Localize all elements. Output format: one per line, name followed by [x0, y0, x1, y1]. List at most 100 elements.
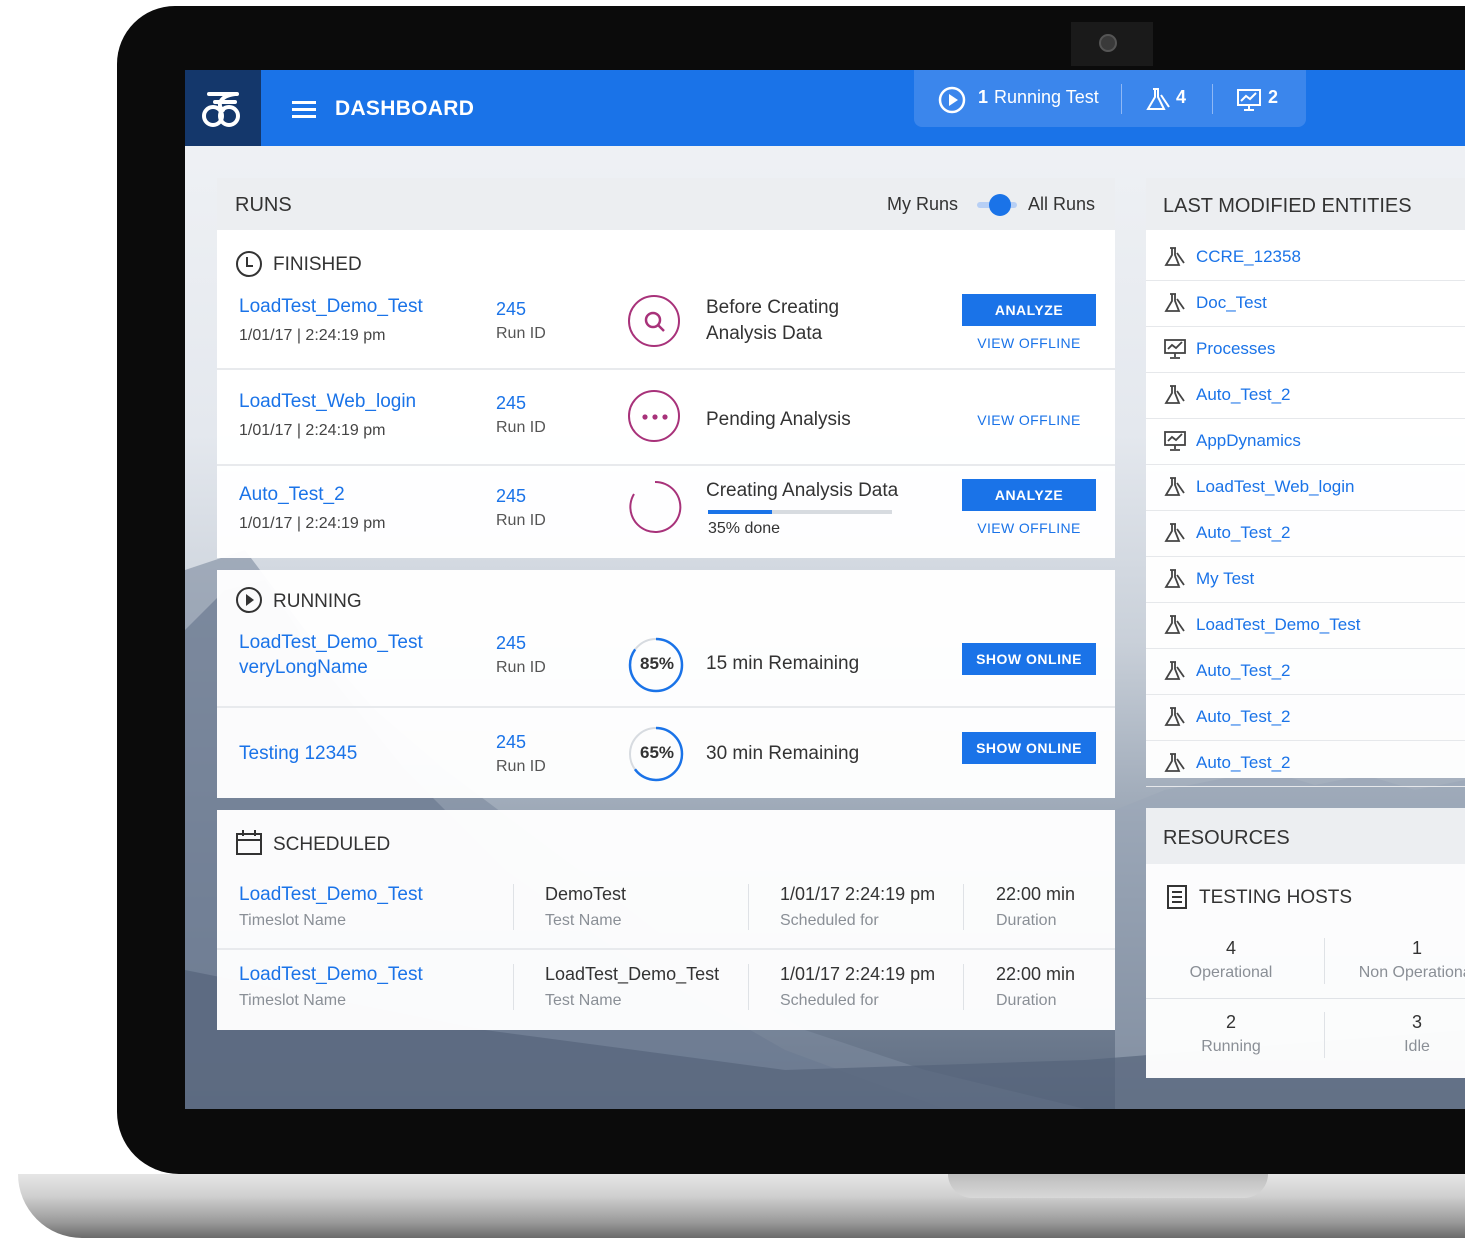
flask-icon — [1164, 476, 1186, 503]
table-row[interactable]: Auto_Test_2 1/01/17 | 2:24:19 pm 245 Run… — [217, 466, 1115, 558]
entity-item[interactable]: AppDynamics — [1146, 418, 1465, 465]
table-row[interactable]: LoadTest_Demo_Test veryLongName 245 Run … — [217, 622, 1115, 706]
monitors-count[interactable]: 2 — [1268, 87, 1278, 108]
view-offline-link[interactable]: VIEW OFFLINE — [962, 335, 1096, 351]
table-row[interactable]: LoadTest_Demo_Test Timeslot Name DemoTes… — [217, 878, 1115, 948]
run-percent: 85% — [639, 654, 675, 673]
page-title: DASHBOARD — [335, 97, 475, 120]
run-name-link[interactable]: LoadTest_Demo_Test — [239, 296, 423, 318]
entity-link[interactable]: My Test — [1196, 569, 1254, 589]
analyze-button[interactable]: ANALYZE — [962, 479, 1096, 511]
timeslot-name-label: Timeslot Name — [239, 992, 346, 1009]
entity-item[interactable]: Auto_Test_2 — [1146, 740, 1465, 787]
entities-title: LAST MODIFIED ENTITIES — [1163, 195, 1412, 217]
run-id-label: Run ID — [496, 419, 546, 436]
monitor-icon — [1164, 338, 1186, 365]
operational-count[interactable]: 4 — [1141, 938, 1321, 959]
run-status: Analysis Data — [706, 323, 823, 344]
play-circle-icon — [236, 587, 262, 613]
entity-link[interactable]: CCRE_12358 — [1196, 247, 1301, 267]
analyze-button[interactable]: ANALYZE — [962, 294, 1096, 326]
test-name: DemoTest — [545, 884, 627, 904]
view-offline-link[interactable]: VIEW OFFLINE — [962, 412, 1096, 428]
my-runs-label[interactable]: My Runs — [887, 194, 958, 215]
idle-hosts-count[interactable]: 3 — [1327, 1012, 1465, 1033]
scheduled-time: 1/01/17 2:24:19 pm — [780, 964, 936, 984]
duration-label: Duration — [996, 992, 1057, 1009]
divider — [513, 884, 514, 930]
view-offline-link[interactable]: VIEW OFFLINE — [962, 520, 1096, 536]
monitor-icon — [1237, 89, 1261, 111]
non-operational-count[interactable]: 1 — [1327, 938, 1465, 959]
entity-item[interactable]: Auto_Test_2 — [1146, 648, 1465, 695]
scheduled-time-label: Scheduled for — [780, 912, 879, 929]
entity-link[interactable]: LoadTest_Web_login — [1196, 477, 1354, 497]
entity-item[interactable]: Auto_Test_2 — [1146, 372, 1465, 419]
run-status: Pending Analysis — [706, 409, 851, 430]
table-row[interactable]: LoadTest_Demo_Test 1/01/17 | 2:24:19 pm … — [217, 290, 1115, 370]
entity-link[interactable]: Processes — [1196, 339, 1275, 359]
duration: 22:00 min — [996, 884, 1076, 904]
run-date: 1/01/17 | 2:24:19 pm — [239, 422, 386, 439]
run-id[interactable]: 245 — [496, 633, 526, 654]
time-remaining: 30 min Remaining — [706, 743, 860, 764]
app-logo[interactable] — [185, 70, 261, 146]
logo-icon — [202, 92, 240, 127]
running-hosts-count[interactable]: 2 — [1141, 1012, 1321, 1033]
scheduled-time-label: Scheduled for — [780, 992, 879, 1009]
run-id[interactable]: 245 — [496, 393, 526, 414]
entity-link[interactable]: AppDynamics — [1196, 431, 1301, 451]
entity-item[interactable]: Doc_Test — [1146, 280, 1465, 327]
flask-icon — [1164, 246, 1186, 273]
entity-item[interactable]: My Test — [1146, 556, 1465, 603]
run-name-link[interactable]: Testing 12345 — [239, 743, 357, 765]
run-status: Before Creating — [706, 297, 840, 318]
running-title: RUNNING — [273, 591, 362, 612]
running-label[interactable]: Running Test — [994, 87, 1099, 108]
run-name-link[interactable]: veryLongName — [239, 657, 368, 679]
run-name-link[interactable]: LoadTest_Web_login — [239, 391, 416, 413]
entity-item[interactable]: LoadTest_Web_login — [1146, 464, 1465, 511]
run-id-label: Run ID — [496, 325, 546, 342]
table-row[interactable]: Testing 12345 245 Run ID 65% 30 min Rema… — [217, 708, 1115, 798]
progress-fill — [708, 510, 773, 514]
run-name-link[interactable]: Auto_Test_2 — [239, 484, 345, 506]
run-name-link[interactable]: LoadTest_Demo_Test — [239, 632, 423, 654]
entity-link[interactable]: Auto_Test_2 — [1196, 385, 1291, 405]
timeslot-name-link[interactable]: LoadTest_Demo_Test — [239, 884, 423, 906]
tests-count[interactable]: 4 — [1176, 87, 1186, 108]
divider — [1324, 938, 1325, 984]
run-id[interactable]: 245 — [496, 486, 526, 507]
entity-link[interactable]: Auto_Test_2 — [1196, 661, 1291, 681]
entity-link[interactable]: Auto_Test_2 — [1196, 523, 1291, 543]
entity-item[interactable]: Auto_Test_2 — [1146, 694, 1465, 741]
run-id[interactable]: 245 — [496, 732, 526, 753]
divider — [748, 884, 749, 930]
entity-item[interactable]: CCRE_12358 — [1146, 234, 1465, 281]
table-row[interactable]: LoadTest_Web_login 1/01/17 | 2:24:19 pm … — [217, 370, 1115, 464]
hamburger-menu-icon[interactable] — [292, 101, 316, 119]
run-id-label: Run ID — [496, 758, 546, 775]
show-online-button[interactable]: SHOW ONLINE — [962, 643, 1096, 675]
timeslot-name-link[interactable]: LoadTest_Demo_Test — [239, 964, 423, 986]
laptop-notch — [948, 1174, 1268, 1198]
entity-item[interactable]: Auto_Test_2 — [1146, 510, 1465, 557]
show-online-button[interactable]: SHOW ONLINE — [962, 732, 1096, 764]
runs-toggle[interactable] — [977, 194, 1017, 216]
entity-item[interactable]: Processes — [1146, 326, 1465, 373]
testing-hosts-title: TESTING HOSTS — [1199, 887, 1353, 908]
top-bar: DASHBOARD 1 Running Test 4 2 — [185, 70, 1465, 146]
progress-text: 35% done — [708, 520, 781, 537]
running-count[interactable]: 1 — [978, 87, 988, 108]
entity-item[interactable]: LoadTest_Demo_Test — [1146, 602, 1465, 649]
runs-header: RUNS My Runs All Runs — [217, 178, 1115, 230]
run-id[interactable]: 245 — [496, 299, 526, 320]
run-status: Creating Analysis Data — [706, 480, 899, 501]
toggle-knob[interactable] — [989, 194, 1011, 216]
entity-link[interactable]: Auto_Test_2 — [1196, 753, 1291, 773]
entity-link[interactable]: LoadTest_Demo_Test — [1196, 615, 1360, 635]
entity-link[interactable]: Doc_Test — [1196, 293, 1267, 313]
entity-link[interactable]: Auto_Test_2 — [1196, 707, 1291, 727]
table-row[interactable]: LoadTest_Demo_Test Timeslot Name LoadTes… — [217, 958, 1115, 1028]
all-runs-label[interactable]: All Runs — [1028, 194, 1095, 215]
